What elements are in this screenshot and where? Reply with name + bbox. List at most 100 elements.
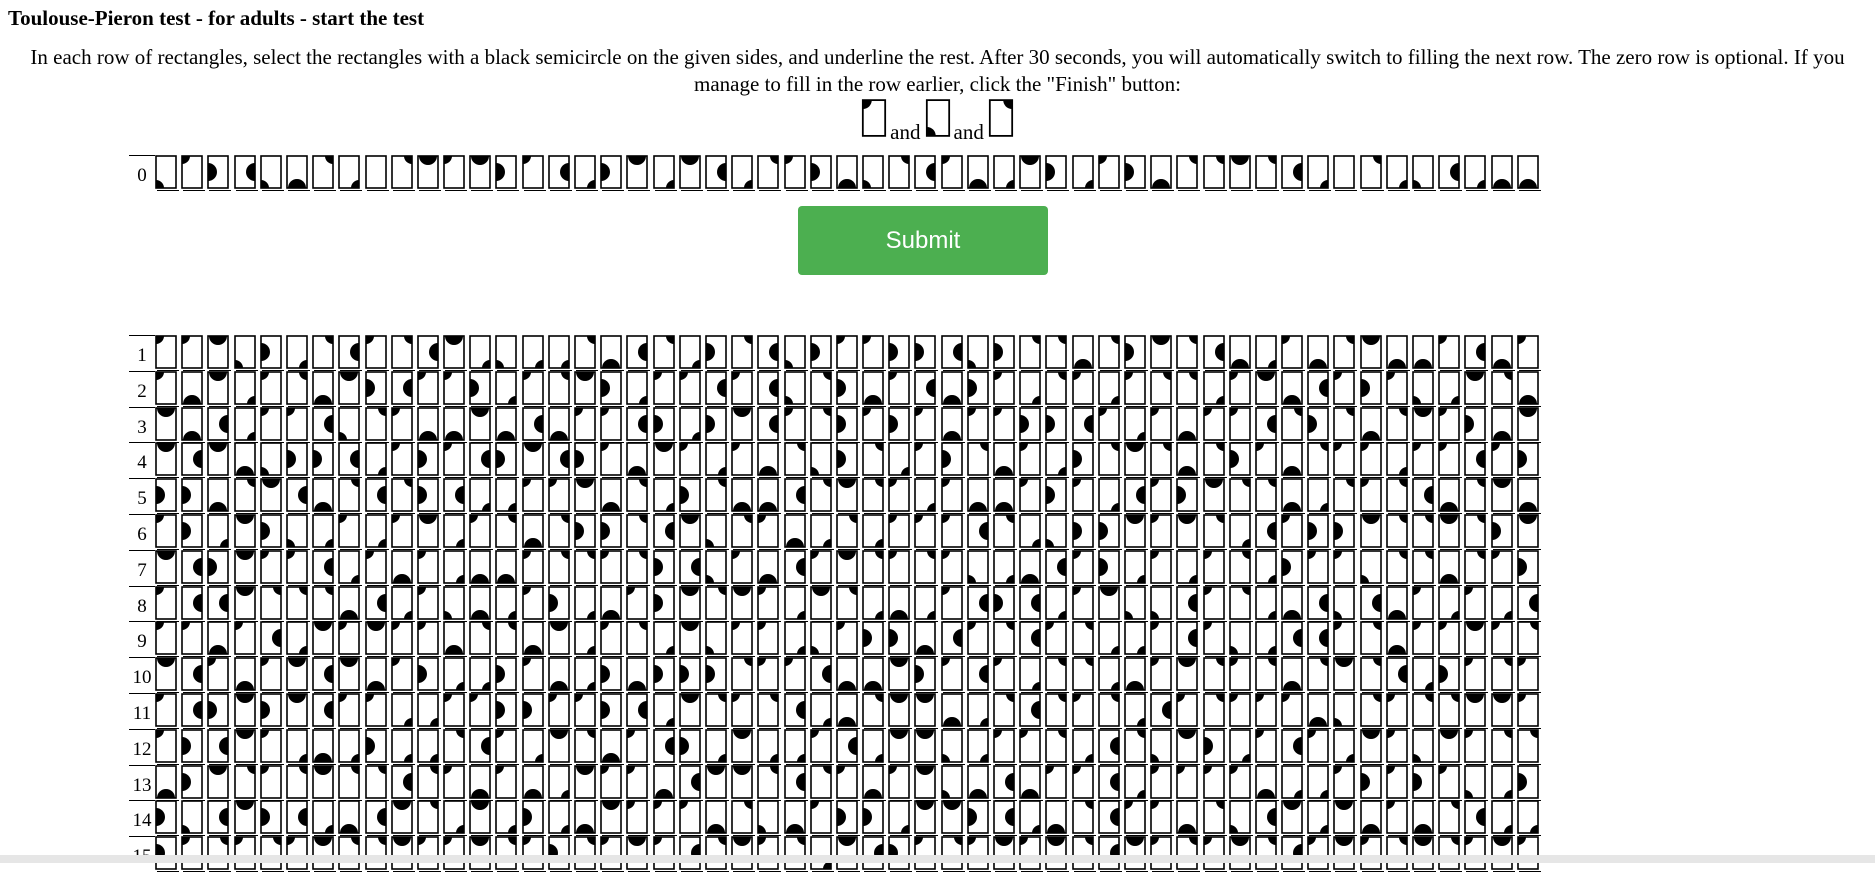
- figure-cell[interactable]: [784, 621, 810, 657]
- figure-cell[interactable]: [679, 765, 705, 801]
- figure-cell[interactable]: [443, 621, 469, 657]
- figure-cell[interactable]: [495, 478, 521, 514]
- figure-cell[interactable]: [1491, 657, 1517, 693]
- figure-cell[interactable]: [1255, 335, 1281, 371]
- figure-cell[interactable]: [286, 693, 312, 729]
- figure-cell[interactable]: [207, 550, 233, 586]
- figure-cell[interactable]: [574, 407, 600, 443]
- figure-cell[interactable]: [1045, 693, 1071, 729]
- figure-cell[interactable]: [260, 800, 286, 836]
- figure-cell[interactable]: [1491, 765, 1517, 801]
- figure-cell[interactable]: [443, 729, 469, 765]
- figure-cell[interactable]: [993, 371, 1019, 407]
- figure-cell[interactable]: [155, 514, 181, 550]
- figure-cell[interactable]: [181, 586, 207, 622]
- figure-cell[interactable]: [1176, 657, 1202, 693]
- figure-cell[interactable]: [495, 335, 521, 371]
- figure-cell[interactable]: [312, 765, 338, 801]
- figure-cell[interactable]: [1124, 621, 1150, 657]
- figure-cell[interactable]: [181, 442, 207, 478]
- figure-cell[interactable]: [1150, 693, 1176, 729]
- figure-cell[interactable]: [1412, 442, 1438, 478]
- figure-cell[interactable]: [993, 657, 1019, 693]
- figure-cell[interactable]: [941, 765, 967, 801]
- figure-cell[interactable]: [993, 155, 1019, 191]
- figure-cell[interactable]: [365, 800, 391, 836]
- figure-cell[interactable]: [1045, 621, 1071, 657]
- figure-cell[interactable]: [312, 335, 338, 371]
- figure-cell[interactable]: [574, 800, 600, 836]
- figure-cell[interactable]: [1176, 586, 1202, 622]
- figure-cell[interactable]: [1412, 586, 1438, 622]
- figure-cell[interactable]: [574, 765, 600, 801]
- figure-cell[interactable]: [757, 657, 783, 693]
- figure-cell[interactable]: [443, 550, 469, 586]
- figure-cell[interactable]: [1098, 586, 1124, 622]
- figure-cell[interactable]: [705, 765, 731, 801]
- figure-cell[interactable]: [1150, 442, 1176, 478]
- figure-cell[interactable]: [495, 729, 521, 765]
- figure-cell[interactable]: [260, 514, 286, 550]
- figure-cell[interactable]: [1072, 550, 1098, 586]
- figure-cell[interactable]: [941, 657, 967, 693]
- figure-cell[interactable]: [1176, 442, 1202, 478]
- figure-cell[interactable]: [757, 693, 783, 729]
- figure-cell[interactable]: [417, 550, 443, 586]
- figure-cell[interactable]: [574, 155, 600, 191]
- figure-cell[interactable]: [941, 514, 967, 550]
- figure-cell[interactable]: [338, 442, 364, 478]
- figure-cell[interactable]: [967, 621, 993, 657]
- figure-cell[interactable]: [1464, 371, 1490, 407]
- figure-cell[interactable]: [705, 155, 731, 191]
- figure-cell[interactable]: [967, 729, 993, 765]
- figure-cell[interactable]: [836, 514, 862, 550]
- figure-cell[interactable]: [155, 586, 181, 622]
- figure-cell[interactable]: [784, 478, 810, 514]
- figure-cell[interactable]: [1098, 514, 1124, 550]
- figure-cell[interactable]: [941, 407, 967, 443]
- figure-cell[interactable]: [1255, 693, 1281, 729]
- figure-cell[interactable]: [365, 335, 391, 371]
- figure-cell[interactable]: [862, 621, 888, 657]
- figure-cell[interactable]: [1229, 514, 1255, 550]
- figure-cell[interactable]: [260, 155, 286, 191]
- figure-cell[interactable]: [1203, 765, 1229, 801]
- figure-cell[interactable]: [1072, 335, 1098, 371]
- figure-cell[interactable]: [1307, 442, 1333, 478]
- figure-cell[interactable]: [1045, 371, 1071, 407]
- figure-cell[interactable]: [1150, 765, 1176, 801]
- figure-cell[interactable]: [548, 693, 574, 729]
- figure-cell[interactable]: [914, 407, 940, 443]
- figure-cell[interactable]: [234, 657, 260, 693]
- figure-cell[interactable]: [993, 407, 1019, 443]
- figure-cell[interactable]: [705, 621, 731, 657]
- figure-cell[interactable]: [1150, 550, 1176, 586]
- figure-cell[interactable]: [1150, 407, 1176, 443]
- figure-cell[interactable]: [1491, 729, 1517, 765]
- figure-cell[interactable]: [417, 621, 443, 657]
- figure-cell[interactable]: [286, 657, 312, 693]
- figure-cell[interactable]: [1412, 729, 1438, 765]
- figure-cell[interactable]: [757, 729, 783, 765]
- figure-cell[interactable]: [1229, 621, 1255, 657]
- figure-cell[interactable]: [260, 550, 286, 586]
- figure-cell[interactable]: [469, 729, 495, 765]
- figure-cell[interactable]: [1229, 442, 1255, 478]
- figure-cell[interactable]: [757, 155, 783, 191]
- figure-cell[interactable]: [1203, 729, 1229, 765]
- figure-cell[interactable]: [522, 657, 548, 693]
- figure-cell[interactable]: [1464, 586, 1490, 622]
- figure-cell[interactable]: [967, 371, 993, 407]
- figure-cell[interactable]: [234, 693, 260, 729]
- figure-cell[interactable]: [155, 371, 181, 407]
- figure-cell[interactable]: [784, 657, 810, 693]
- figure-cell[interactable]: [548, 550, 574, 586]
- figure-cell[interactable]: [1517, 621, 1543, 657]
- figure-cell[interactable]: [1019, 800, 1045, 836]
- figure-cell[interactable]: [1229, 657, 1255, 693]
- figure-cell[interactable]: [1255, 155, 1281, 191]
- figure-cell[interactable]: [181, 621, 207, 657]
- figure-cell[interactable]: [626, 657, 652, 693]
- figure-cell[interactable]: [1072, 442, 1098, 478]
- figure-cell[interactable]: [1045, 800, 1071, 836]
